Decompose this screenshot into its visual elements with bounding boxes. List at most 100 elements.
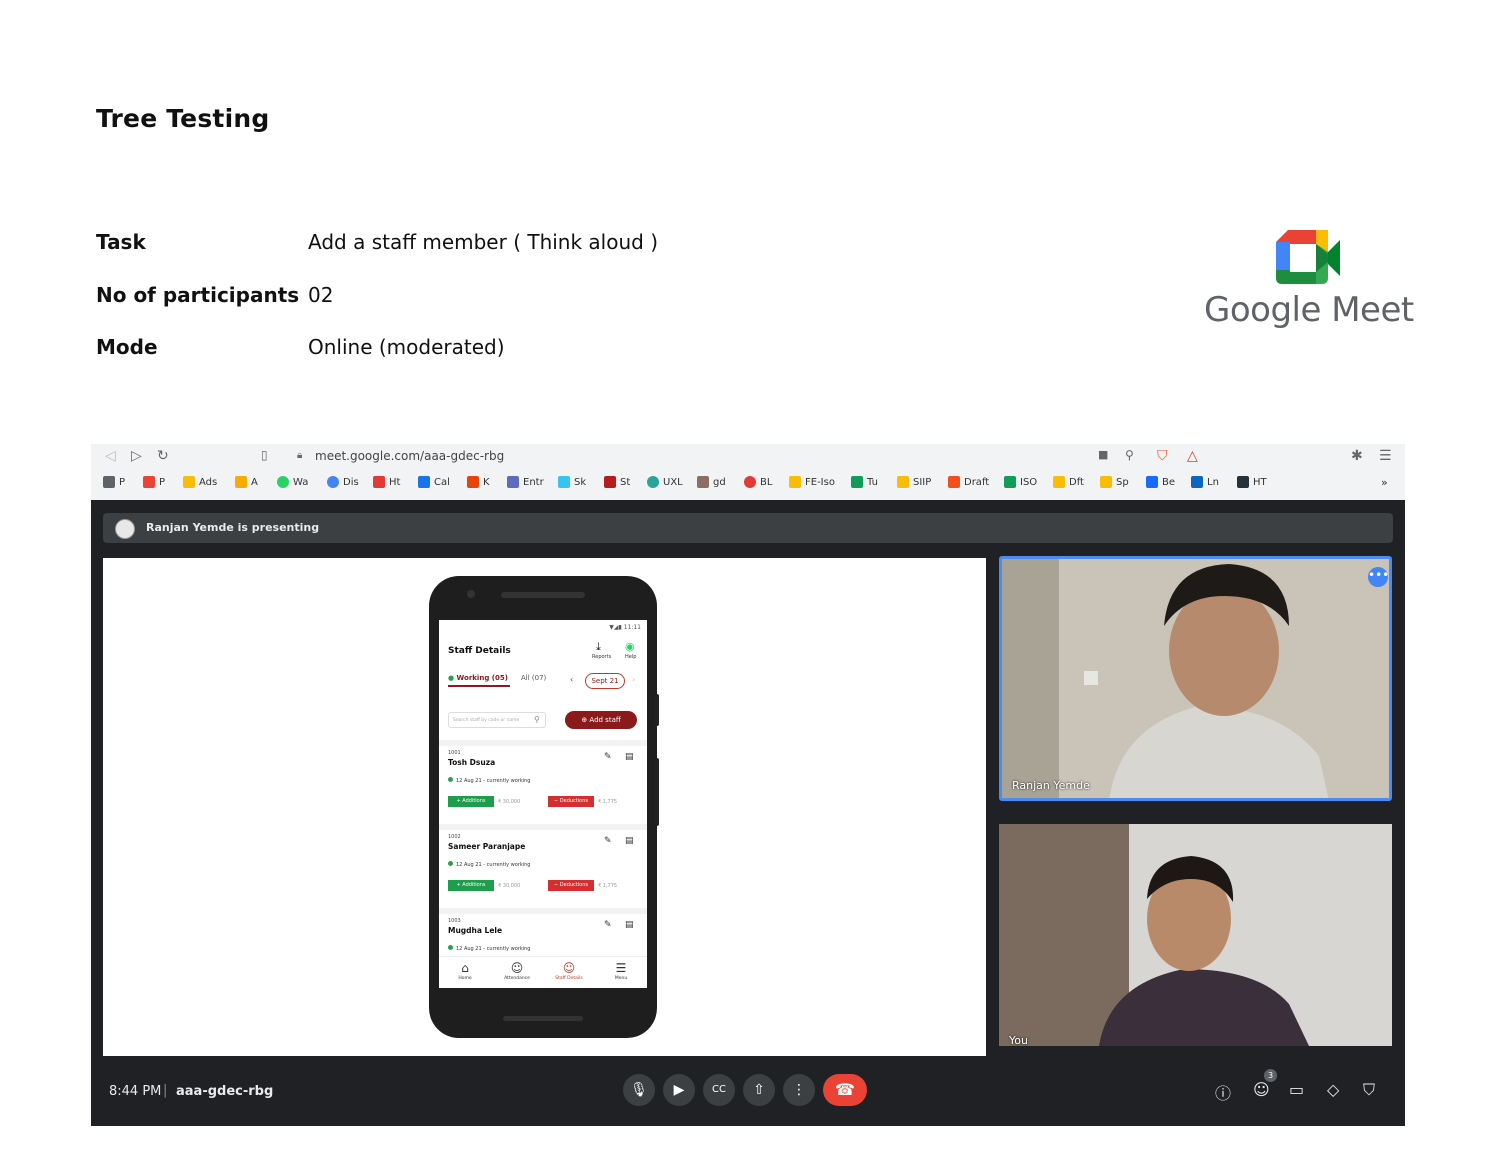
captions-icon: CC	[712, 1084, 726, 1095]
bookmark-item[interactable]: K	[467, 476, 490, 488]
chevron-left-icon[interactable]: ‹	[570, 675, 573, 684]
more-vert-icon: ⋮	[792, 1082, 806, 1098]
camera-button[interactable]: ▶	[663, 1074, 695, 1106]
people-icon[interactable]: ☺	[1253, 1080, 1270, 1099]
end-call-button[interactable]: ☎︎	[823, 1074, 867, 1106]
tab-working[interactable]: ● Working (05)	[448, 674, 508, 682]
bookmark-item[interactable]: Ht	[373, 476, 400, 488]
bookmark-label: St	[620, 476, 631, 488]
bookmark-item[interactable]: Cal	[418, 476, 450, 488]
bookmark-item[interactable]: BL	[744, 476, 772, 488]
bookmark-item[interactable]: Ads	[183, 476, 217, 488]
bookmark-item[interactable]: P	[143, 476, 165, 488]
additions-button[interactable]: + Additions	[448, 796, 494, 807]
mode-label: Mode	[96, 335, 158, 359]
bookmark-item[interactable]: FE-Iso	[789, 476, 835, 488]
bookmark-label: BL	[760, 476, 773, 488]
bookmark-item[interactable]: A	[235, 476, 258, 488]
chat-icon[interactable]: ▭	[1289, 1080, 1304, 1099]
host-controls-icon[interactable]: ⛉	[1363, 1080, 1375, 1100]
deductions-button[interactable]: − Deductions	[548, 880, 594, 891]
staff-code: 1003	[448, 918, 461, 924]
month-selector[interactable]: Sept 21	[585, 673, 625, 689]
chevron-right-icon[interactable]: ›	[632, 675, 635, 684]
nav-menu-label: Menu	[614, 976, 628, 981]
edit-icon[interactable]: ✎	[604, 920, 612, 930]
url-bar[interactable]: meet.google.com/aaa-gdec-rbg	[315, 449, 504, 463]
bookmark-item[interactable]: Entr	[507, 476, 544, 488]
mic-button[interactable]: 🎙︎	[623, 1074, 655, 1106]
nav-attendance[interactable]: ☺ Attendance	[491, 961, 543, 981]
search-icon: ⚲	[534, 715, 540, 724]
bookmark-icon[interactable]: ▯	[261, 448, 268, 462]
edit-icon[interactable]: ✎	[604, 752, 612, 762]
edit-icon[interactable]: ✎	[604, 836, 612, 846]
bookmark-label: K	[483, 476, 490, 488]
brave-shield-icon[interactable]: ⛉	[1157, 448, 1168, 464]
more-options-icon[interactable]: •••	[1368, 567, 1389, 587]
bookmark-item[interactable]: Tu	[851, 476, 878, 488]
avatar	[115, 519, 135, 539]
task-value: Add a staff member ( Think aloud )	[308, 230, 658, 254]
people-count-badge: 3	[1264, 1069, 1277, 1082]
camera-icon[interactable]: ■	[1098, 448, 1108, 461]
brave-rewards-icon[interactable]: △	[1187, 448, 1198, 464]
nav-home[interactable]: ⌂ Home	[439, 961, 491, 981]
deductions-button[interactable]: − Deductions	[548, 796, 594, 807]
participant-video	[1002, 559, 1389, 798]
whatsapp-icon[interactable]: ◉	[625, 640, 635, 653]
menu-icon[interactable]: ☰	[1379, 448, 1392, 464]
bookmark-item[interactable]: UXL	[647, 476, 683, 488]
bookmark-item[interactable]: Dft	[1053, 476, 1084, 488]
bookmark-item[interactable]: Draft	[948, 476, 989, 488]
presenting-text: Ranjan Yemde is presenting	[146, 521, 320, 534]
divider	[439, 824, 647, 830]
bookmark-item[interactable]: Sp	[1100, 476, 1129, 488]
present-button[interactable]: ⇧	[743, 1074, 775, 1106]
tab-all[interactable]: All (07)	[521, 674, 546, 682]
bookmark-item[interactable]: SIIP	[897, 476, 931, 488]
participant-tile-self[interactable]: You	[999, 824, 1392, 1046]
search-input[interactable]: Search staff by code or name	[448, 712, 546, 728]
download-icon[interactable]: ⤓	[596, 640, 601, 654]
bookmark-item[interactable]: Ln	[1191, 476, 1219, 488]
bookmark-item[interactable]: HT	[1237, 476, 1267, 488]
staff-code: 1001	[448, 750, 461, 756]
bookmarks-overflow[interactable]: »	[1381, 476, 1388, 489]
info-icon[interactable]: ⓘ	[1215, 1080, 1231, 1104]
bookmark-label: Be	[1162, 476, 1176, 488]
bookmark-label: Cal	[434, 476, 450, 488]
staff-status-text: 12 Aug 21 - currently working	[456, 778, 531, 784]
forward-icon[interactable]: ▷	[131, 448, 142, 464]
browser-chrome: ◁ ▷ ↻ ▯ 🔒︎ meet.google.com/aaa-gdec-rbg …	[91, 444, 1405, 500]
bookmark-item[interactable]: gd	[697, 476, 726, 488]
additions-label: Additions	[462, 798, 486, 804]
more-options-button[interactable]: ⋮	[783, 1074, 815, 1106]
calendar-icon[interactable]: ▤	[625, 920, 634, 930]
nav-staff-details[interactable]: ☺ Staff Details	[543, 961, 595, 981]
activities-icon[interactable]: ◇	[1327, 1080, 1339, 1099]
bookmark-label: Sp	[1116, 476, 1129, 488]
bookmark-item[interactable]: St	[604, 476, 630, 488]
additions-amount: ₹ 30,000	[498, 799, 521, 805]
add-staff-label: Add staff	[589, 716, 621, 724]
extensions-icon[interactable]: ✱	[1351, 448, 1363, 464]
participant-tile-presenter[interactable]: ••• Ranjan Yemde	[999, 556, 1392, 801]
presenting-banner: Ranjan Yemde is presenting	[103, 513, 1393, 543]
bookmark-item[interactable]: Sk	[558, 476, 586, 488]
captions-button[interactable]: CC	[703, 1074, 735, 1106]
calendar-icon[interactable]: ▤	[625, 836, 634, 846]
nav-menu[interactable]: ☰ Menu	[595, 961, 647, 981]
zoom-icon[interactable]: ⚲	[1125, 448, 1134, 462]
add-staff-button[interactable]: ⊕ Add staff	[565, 711, 637, 729]
reload-icon[interactable]: ↻	[157, 448, 169, 464]
bookmark-item[interactable]: ISO	[1004, 476, 1037, 488]
additions-button[interactable]: + Additions	[448, 880, 494, 891]
bookmark-item[interactable]: P	[103, 476, 125, 488]
bookmark-item[interactable]: Dis	[327, 476, 359, 488]
bookmark-label: UXL	[663, 476, 683, 488]
calendar-icon[interactable]: ▤	[625, 752, 634, 762]
bookmark-item[interactable]: Be	[1146, 476, 1175, 488]
back-icon[interactable]: ◁	[105, 448, 116, 464]
bookmark-item[interactable]: Wa	[277, 476, 308, 488]
